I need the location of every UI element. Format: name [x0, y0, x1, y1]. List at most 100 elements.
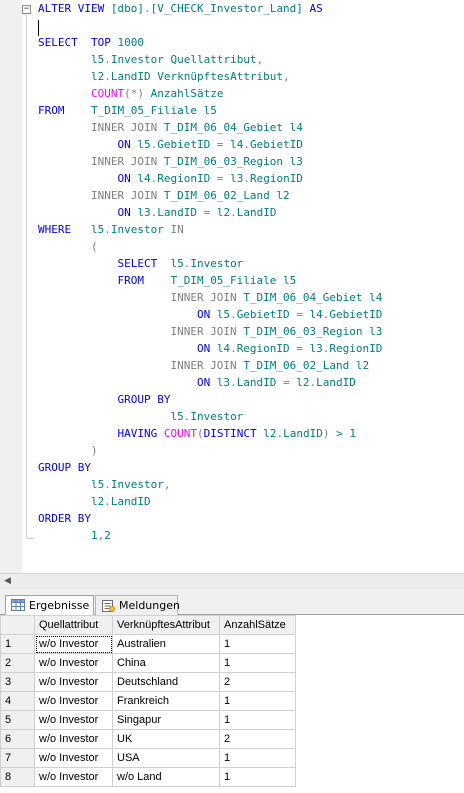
- code-token: .: [230, 376, 237, 389]
- code-token: l3: [223, 172, 244, 185]
- table-row[interactable]: 1 w/o Investor Australien 1: [0, 634, 296, 654]
- code-token: =: [283, 376, 290, 389]
- code-line: INNER JOIN T_DIM_06_02_Land l2: [38, 357, 382, 374]
- code-token: .: [230, 308, 237, 321]
- code-token: l3: [216, 376, 231, 389]
- code-token: l2: [38, 70, 105, 83]
- code-token: l4: [223, 138, 244, 151]
- cell-verknuepftesattribut[interactable]: China: [112, 653, 220, 673]
- row-number[interactable]: 3: [0, 672, 35, 692]
- cell-anzahlsaetze[interactable]: 2: [219, 672, 296, 692]
- grid-corner-header[interactable]: [0, 615, 35, 635]
- table-row[interactable]: 8 w/o Investor w/o Land 1: [0, 767, 296, 787]
- results-grid[interactable]: Quellattribut VerknüpftesAttribut Anzahl…: [0, 615, 296, 787]
- results-grid-container[interactable]: Quellattribut VerknüpftesAttribut Anzahl…: [0, 615, 464, 793]
- sql-code[interactable]: ALTER VIEW [dbo].[V_CHECK_Investor_Land]…: [38, 0, 382, 544]
- cell-anzahlsaetze[interactable]: 1: [219, 634, 296, 654]
- table-row[interactable]: 5 w/o Investor Singapur 1: [0, 710, 296, 730]
- code-token: ALTER VIEW: [38, 2, 111, 15]
- code-token: INNER JOIN: [38, 325, 244, 338]
- code-token: GebietID: [329, 308, 383, 321]
- code-token: Investor: [110, 223, 171, 236]
- code-line: GROUP BY: [38, 391, 382, 408]
- cell-quellattribut[interactable]: w/o Investor: [34, 691, 113, 711]
- code-token: INNER JOIN: [38, 155, 164, 168]
- code-token: l3: [137, 206, 151, 219]
- query-editor[interactable]: − ALTER VIEW [dbo].[V_CHECK_Investor_Lan…: [0, 0, 464, 573]
- code-token: GROUP BY: [38, 461, 91, 474]
- table-row[interactable]: 3 w/o Investor Deutschland 2: [0, 672, 296, 692]
- table-row[interactable]: 7 w/o Investor USA 1: [0, 748, 296, 768]
- code-token: RegionID: [236, 342, 297, 355]
- cell-verknuepftesattribut[interactable]: w/o Land: [112, 767, 220, 787]
- cell-verknuepftesattribut[interactable]: UK: [112, 729, 220, 749]
- code-token: Investor: [190, 410, 244, 423]
- code-line: l5.Investor: [38, 408, 382, 425]
- cell-anzahlsaetze[interactable]: 2: [219, 729, 296, 749]
- code-token: ON: [38, 376, 217, 389]
- table-row[interactable]: 2 w/o Investor China 1: [0, 653, 296, 673]
- table-row[interactable]: 4 w/o Investor Frankreich 1: [0, 691, 296, 711]
- row-number[interactable]: 1: [0, 634, 35, 654]
- tab-results[interactable]: Ergebnisse: [5, 595, 94, 615]
- code-token: l3: [302, 342, 323, 355]
- code-token: .: [104, 478, 111, 491]
- cell-anzahlsaetze[interactable]: 1: [219, 710, 296, 730]
- results-tabstrip: Ergebnisse Meldungen: [0, 589, 464, 615]
- cell-anzahlsaetze[interactable]: 1: [219, 748, 296, 768]
- grid-header-row: Quellattribut VerknüpftesAttribut Anzahl…: [0, 615, 296, 635]
- scroll-left-arrow-icon[interactable]: ◀: [4, 576, 11, 586]
- messages-icon: [101, 599, 115, 612]
- table-row[interactable]: 6 w/o Investor UK 2: [0, 729, 296, 749]
- cell-anzahlsaetze[interactable]: 1: [219, 767, 296, 787]
- cell-verknuepftesattribut[interactable]: Singapur: [112, 710, 220, 730]
- code-token: l4: [302, 308, 323, 321]
- code-token: T_DIM_06_03_Region l3: [163, 155, 303, 168]
- row-number[interactable]: 8: [0, 767, 35, 787]
- cell-quellattribut[interactable]: w/o Investor: [34, 729, 113, 749]
- row-number[interactable]: 6: [0, 729, 35, 749]
- tab-messages-label: Meldungen: [119, 599, 180, 612]
- code-token: AnzahlSätze: [143, 87, 224, 100]
- grid-icon: [11, 599, 25, 611]
- code-token: (*): [124, 87, 144, 100]
- row-number[interactable]: 5: [0, 710, 35, 730]
- code-token: GebietID: [249, 138, 303, 151]
- cell-quellattribut[interactable]: w/o Investor: [34, 748, 113, 768]
- code-token: 1000: [117, 36, 144, 49]
- code-line: WHERE l5.Investor IN: [38, 221, 382, 238]
- column-header-verknuepftesattribut[interactable]: VerknüpftesAttribut: [112, 615, 220, 635]
- cell-verknuepftesattribut[interactable]: Frankreich: [112, 691, 220, 711]
- cell-verknuepftesattribut[interactable]: Deutschland: [112, 672, 220, 692]
- row-number[interactable]: 4: [0, 691, 35, 711]
- editor-horizontal-scrollbar[interactable]: ◀: [0, 573, 464, 589]
- code-line: INNER JOIN T_DIM_06_02_Land l2: [38, 187, 382, 204]
- cell-quellattribut[interactable]: w/o Investor: [34, 634, 113, 654]
- column-header-anzahlsaetze[interactable]: AnzahlSätze: [219, 615, 296, 635]
- code-token: WHERE: [38, 223, 91, 236]
- cell-verknuepftesattribut[interactable]: Australien: [112, 634, 220, 654]
- code-token: DISTINCT: [203, 427, 264, 440]
- cell-anzahlsaetze[interactable]: 1: [219, 691, 296, 711]
- cell-quellattribut[interactable]: w/o Investor: [34, 653, 113, 673]
- cell-quellattribut[interactable]: w/o Investor: [34, 710, 113, 730]
- code-token: .: [104, 53, 111, 66]
- code-token: T_DIM_06_02_Land l2: [243, 359, 370, 372]
- outline-margin-line: [26, 10, 27, 539]
- code-line: ON l3.LandID = l2.LandID: [38, 204, 382, 221]
- cell-quellattribut[interactable]: w/o Investor: [34, 672, 113, 692]
- code-token: ,: [163, 478, 171, 491]
- cell-verknuepftesattribut[interactable]: USA: [112, 748, 220, 768]
- row-number[interactable]: 2: [0, 653, 35, 673]
- code-line: l5.Investor,: [38, 476, 382, 493]
- code-token: GebietID: [157, 138, 217, 151]
- cell-quellattribut[interactable]: w/o Investor: [34, 767, 113, 787]
- code-token: T_DIM_06_03_Region l3: [243, 325, 383, 338]
- column-header-quellattribut[interactable]: Quellattribut: [34, 615, 113, 635]
- code-token: LandID: [110, 495, 151, 508]
- row-number[interactable]: 7: [0, 748, 35, 768]
- tab-messages[interactable]: Meldungen: [95, 595, 180, 615]
- collapse-icon[interactable]: −: [22, 5, 31, 14]
- cell-anzahlsaetze[interactable]: 1: [219, 653, 296, 673]
